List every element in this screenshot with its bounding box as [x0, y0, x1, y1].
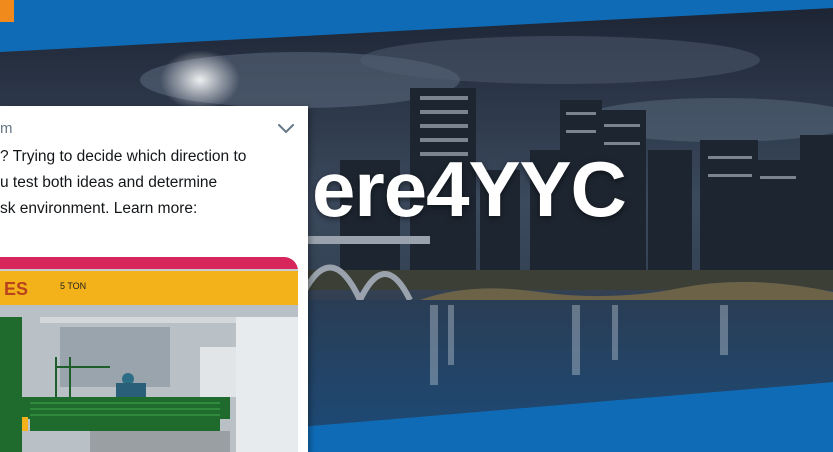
- tweet-card[interactable]: m ? Trying to decide which direction to …: [0, 106, 308, 452]
- orange-accent: [0, 0, 14, 22]
- campaign-hashtag: ere4YYC: [312, 145, 627, 233]
- tweet-text-line: sk environment. Learn more:: [0, 200, 198, 217]
- media-wall-text: ES: [4, 279, 28, 299]
- chevron-down-icon[interactable]: [276, 118, 296, 138]
- tweet-handle[interactable]: m: [0, 120, 13, 137]
- tweet-text-line: ? Trying to decide which direction to: [0, 148, 247, 165]
- tweet-text: ? Trying to decide which direction to u …: [0, 144, 300, 222]
- tweet-text-line: u test both ideas and determine: [0, 174, 218, 191]
- crane-sign: 5 TON: [60, 281, 86, 291]
- tweet-media-image[interactable]: ES 5 TON: [0, 257, 298, 452]
